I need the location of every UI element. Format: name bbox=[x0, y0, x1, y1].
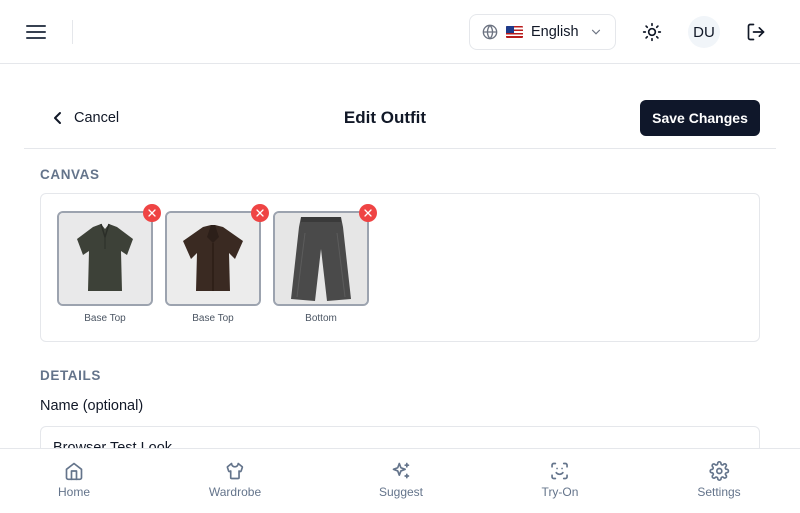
nav-item-settings[interactable]: Settings bbox=[697, 461, 741, 499]
canvas-item: Base Top bbox=[57, 204, 161, 324]
item-thumbnail[interactable] bbox=[273, 211, 369, 306]
theme-toggle-button[interactable] bbox=[638, 18, 666, 46]
menu-button[interactable] bbox=[24, 20, 48, 44]
canvas-item: Bottom bbox=[273, 204, 377, 324]
globe-icon bbox=[482, 24, 498, 40]
polo-shirt-image bbox=[59, 213, 151, 304]
item-thumbnail[interactable] bbox=[57, 211, 153, 306]
outfit-canvas: Base Top Base Top Bottom bbox=[40, 193, 760, 342]
language-select[interactable]: English bbox=[469, 14, 616, 50]
sparkles-icon bbox=[392, 462, 410, 479]
gear-icon bbox=[709, 461, 729, 481]
shirt-icon bbox=[226, 462, 244, 480]
header-divider bbox=[24, 148, 776, 149]
nav-label: Settings bbox=[697, 485, 741, 499]
logout-icon bbox=[747, 23, 765, 41]
nav-item-suggest[interactable]: Suggest bbox=[379, 461, 423, 499]
top-bar: English DU bbox=[0, 0, 800, 64]
close-icon bbox=[256, 209, 264, 217]
item-label: Base Top bbox=[84, 313, 126, 324]
nav-item-home[interactable]: Home bbox=[58, 461, 90, 499]
close-icon bbox=[148, 209, 156, 217]
toolbar-divider bbox=[72, 20, 73, 44]
save-changes-button[interactable]: Save Changes bbox=[640, 100, 760, 136]
bottom-nav: Home Wardrobe Suggest Try-On Settings bbox=[0, 448, 800, 513]
us-flag-icon bbox=[506, 26, 523, 38]
language-label: English bbox=[531, 24, 579, 40]
remove-item-button[interactable] bbox=[251, 204, 269, 222]
details-section-label: DETAILS bbox=[40, 368, 101, 383]
logout-button[interactable] bbox=[742, 18, 770, 46]
item-thumbnail[interactable] bbox=[165, 211, 261, 306]
nav-label: Wardrobe bbox=[208, 485, 262, 499]
nav-label: Home bbox=[57, 485, 91, 499]
remove-item-button[interactable] bbox=[143, 204, 161, 222]
nav-item-wardrobe[interactable]: Wardrobe bbox=[209, 461, 261, 499]
sun-icon bbox=[642, 22, 662, 42]
avatar[interactable]: DU bbox=[688, 16, 720, 48]
chevron-down-icon bbox=[591, 29, 601, 35]
name-field-label: Name (optional) bbox=[40, 398, 144, 414]
nav-label: Suggest bbox=[378, 485, 424, 499]
item-label: Base Top bbox=[192, 313, 234, 324]
home-icon bbox=[65, 462, 83, 481]
scan-face-icon bbox=[551, 462, 569, 480]
nav-label: Try-On bbox=[541, 485, 579, 499]
nav-item-try-on[interactable]: Try-On bbox=[541, 461, 579, 499]
wide-leg-jeans-image bbox=[275, 213, 367, 304]
short-sleeve-shirt-image bbox=[167, 213, 259, 304]
canvas-item: Base Top bbox=[165, 204, 269, 324]
hamburger-menu-icon bbox=[26, 25, 46, 39]
canvas-section-label: CANVAS bbox=[40, 167, 100, 182]
item-label: Bottom bbox=[305, 313, 337, 324]
close-icon bbox=[364, 209, 372, 217]
remove-item-button[interactable] bbox=[359, 204, 377, 222]
